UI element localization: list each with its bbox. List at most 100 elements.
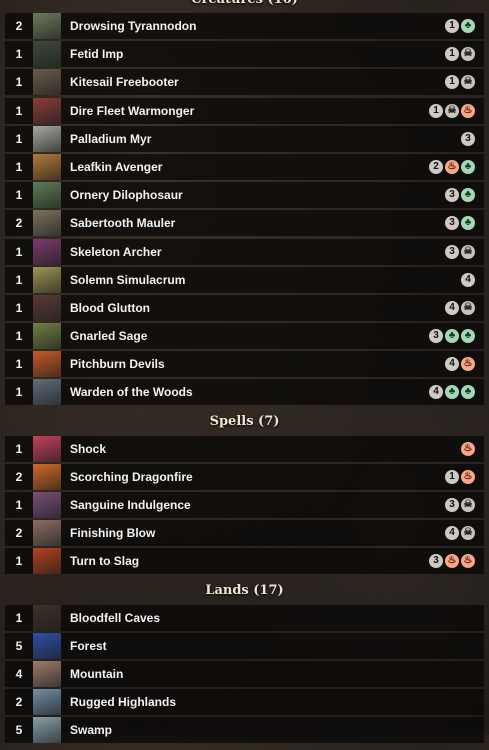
card-row[interactable]: 1 Skeleton Archer 3 ☠ — [5, 238, 484, 265]
black-mana-icon: ☠ — [445, 103, 459, 118]
card-row[interactable]: 2 Scorching Dragonfire 1 ♨ — [5, 463, 484, 490]
card-row[interactable]: 2 Finishing Blow 4 ☠ — [5, 520, 484, 547]
card-name[interactable]: Ornery Dilophosaur — [70, 188, 445, 202]
card-art-thumbnail — [33, 351, 61, 378]
generic-mana-4-icon: 4 — [429, 385, 443, 400]
black-mana-icon: ☠ — [461, 498, 475, 512]
generic-mana-4-icon: 4 — [445, 526, 459, 541]
card-row[interactable]: 1 Dire Fleet Warmonger 1 ☠ ♨ — [5, 97, 484, 124]
card-quantity: 1 — [15, 244, 23, 259]
black-mana-icon: ☠ — [461, 47, 475, 62]
card-row[interactable]: 5 Forest — [5, 632, 484, 659]
red-mana-icon: ♨ — [461, 103, 475, 118]
card-name[interactable]: Finishing Blow — [70, 526, 445, 540]
card-quantity: 1 — [15, 103, 23, 118]
card-row[interactable]: 1 Palladium Myr 3 — [5, 125, 484, 152]
card-name[interactable]: Sabertooth Mauler — [70, 216, 445, 230]
generic-mana-4-icon: 4 — [445, 300, 459, 315]
card-row[interactable]: 2 Drowsing Tyrannodon 1 ♣ — [5, 13, 484, 39]
section-header-creatures: Creatures (16) — [0, 0, 489, 13]
card-row[interactable]: 1 Ornery Dilophosaur 3 ♣ — [5, 182, 484, 209]
card-name[interactable]: Blood Glutton — [70, 301, 445, 315]
card-row[interactable]: 1 Bloodfell Caves — [5, 604, 484, 631]
card-art-thumbnail — [33, 13, 61, 39]
card-name[interactable]: Scorching Dragonfire — [70, 470, 445, 484]
card-quantity: 2 — [15, 19, 23, 33]
card-name[interactable]: Sanguine Indulgence — [70, 498, 445, 512]
card-name[interactable]: Palladium Myr — [70, 132, 461, 146]
mana-cost: 3 ♨ ♨ — [429, 554, 475, 569]
green-mana-icon: ♣ — [461, 188, 475, 203]
card-name[interactable]: Fetid Imp — [70, 47, 445, 61]
mana-cost: 3 ☠ — [445, 498, 475, 512]
card-name[interactable]: Gnarled Sage — [70, 329, 429, 343]
black-mana-icon: ☠ — [461, 244, 475, 259]
card-name[interactable]: Bloodfell Caves — [70, 611, 475, 625]
card-row[interactable]: 1 Fetid Imp 1 ☠ — [5, 41, 484, 68]
mana-cost: 2 ♨ ♣ — [429, 159, 475, 174]
card-art-thumbnail — [33, 632, 61, 659]
card-quantity: 1 — [15, 385, 23, 400]
card-art-thumbnail — [33, 604, 61, 631]
card-art-thumbnail — [33, 717, 61, 744]
card-quantity: 4 — [15, 666, 23, 681]
card-row[interactable]: 5 Swamp — [5, 717, 484, 744]
card-art-thumbnail — [33, 182, 61, 209]
card-name[interactable]: Leafkin Avenger — [70, 160, 429, 174]
red-mana-icon: ♨ — [461, 469, 475, 484]
mana-cost: 1 ♣ — [445, 19, 475, 33]
card-row[interactable]: 4 Mountain — [5, 660, 484, 687]
section-header-lands: Lands (17) — [205, 583, 284, 599]
card-row[interactable]: 2 Sabertooth Mauler 3 ♣ — [5, 210, 484, 237]
mana-cost: 4 ♣ ♣ — [429, 385, 475, 400]
generic-mana-1-icon: 1 — [445, 47, 459, 62]
card-quantity: 1 — [15, 75, 23, 90]
card-name[interactable]: Dire Fleet Warmonger — [70, 104, 429, 118]
section-header-spells: Spells (7) — [209, 414, 280, 430]
card-quantity: 1 — [15, 498, 23, 512]
generic-mana-3-icon: 3 — [445, 216, 459, 231]
card-row[interactable]: 1 Solemn Simulacrum 4 — [5, 266, 484, 293]
card-name[interactable]: Mountain — [70, 667, 475, 681]
card-art-thumbnail — [33, 379, 61, 406]
card-name[interactable]: Turn to Slag — [70, 554, 429, 568]
card-row[interactable]: 1 Gnarled Sage 3 ♣ ♣ — [5, 323, 484, 350]
card-row[interactable]: 1 Warden of the Woods 4 ♣ ♣ — [5, 379, 484, 406]
card-quantity: 5 — [15, 638, 23, 653]
card-row[interactable]: 2 Rugged Highlands — [5, 689, 484, 716]
card-name[interactable]: Shock — [70, 442, 461, 456]
card-name[interactable]: Solemn Simulacrum — [70, 273, 461, 287]
card-row[interactable]: 1 Blood Glutton 4 ☠ — [5, 294, 484, 321]
card-name[interactable]: Swamp — [70, 723, 475, 737]
card-art-thumbnail — [33, 548, 61, 575]
green-mana-icon: ♣ — [461, 329, 475, 344]
card-art-thumbnail — [33, 435, 61, 462]
mana-cost: 1 ☠ ♨ — [429, 103, 475, 118]
card-name[interactable]: Kitesail Freebooter — [70, 75, 445, 89]
card-art-thumbnail — [33, 323, 61, 350]
card-name[interactable]: Skeleton Archer — [70, 245, 445, 259]
card-quantity: 2 — [15, 695, 23, 710]
card-name[interactable]: Forest — [70, 639, 475, 653]
card-row[interactable]: 1 Leafkin Avenger 2 ♨ ♣ — [5, 153, 484, 180]
card-row[interactable]: 1 Shock ♨ — [5, 435, 484, 462]
card-row[interactable]: 1 Pitchburn Devils 4 ♨ — [5, 351, 484, 378]
mana-cost: ♨ — [461, 441, 475, 456]
card-art-thumbnail — [33, 266, 61, 293]
green-mana-icon: ♣ — [461, 19, 475, 33]
generic-mana-1-icon: 1 — [429, 103, 443, 118]
card-name[interactable]: Warden of the Woods — [70, 385, 429, 399]
card-art-thumbnail — [33, 294, 61, 321]
card-row[interactable]: 1 Sanguine Indulgence 3 ☠ — [5, 492, 484, 518]
card-name[interactable]: Drowsing Tyrannodon — [70, 19, 445, 33]
decklist: Creatures (16)2Drowsing Tyrannodon1♣1Fet… — [0, 0, 489, 744]
card-row[interactable]: 1 Kitesail Freebooter 1 ☠ — [5, 69, 484, 96]
black-mana-icon: ☠ — [461, 75, 475, 90]
card-row[interactable]: 1 Turn to Slag 3 ♨ ♨ — [5, 548, 484, 575]
card-quantity: 1 — [15, 357, 23, 372]
card-name[interactable]: Rugged Highlands — [70, 695, 475, 709]
mana-cost: 4 ☠ — [445, 300, 475, 315]
generic-mana-4-icon: 4 — [461, 272, 475, 287]
card-name[interactable]: Pitchburn Devils — [70, 357, 445, 371]
mana-cost: 3 ♣ — [445, 188, 475, 203]
